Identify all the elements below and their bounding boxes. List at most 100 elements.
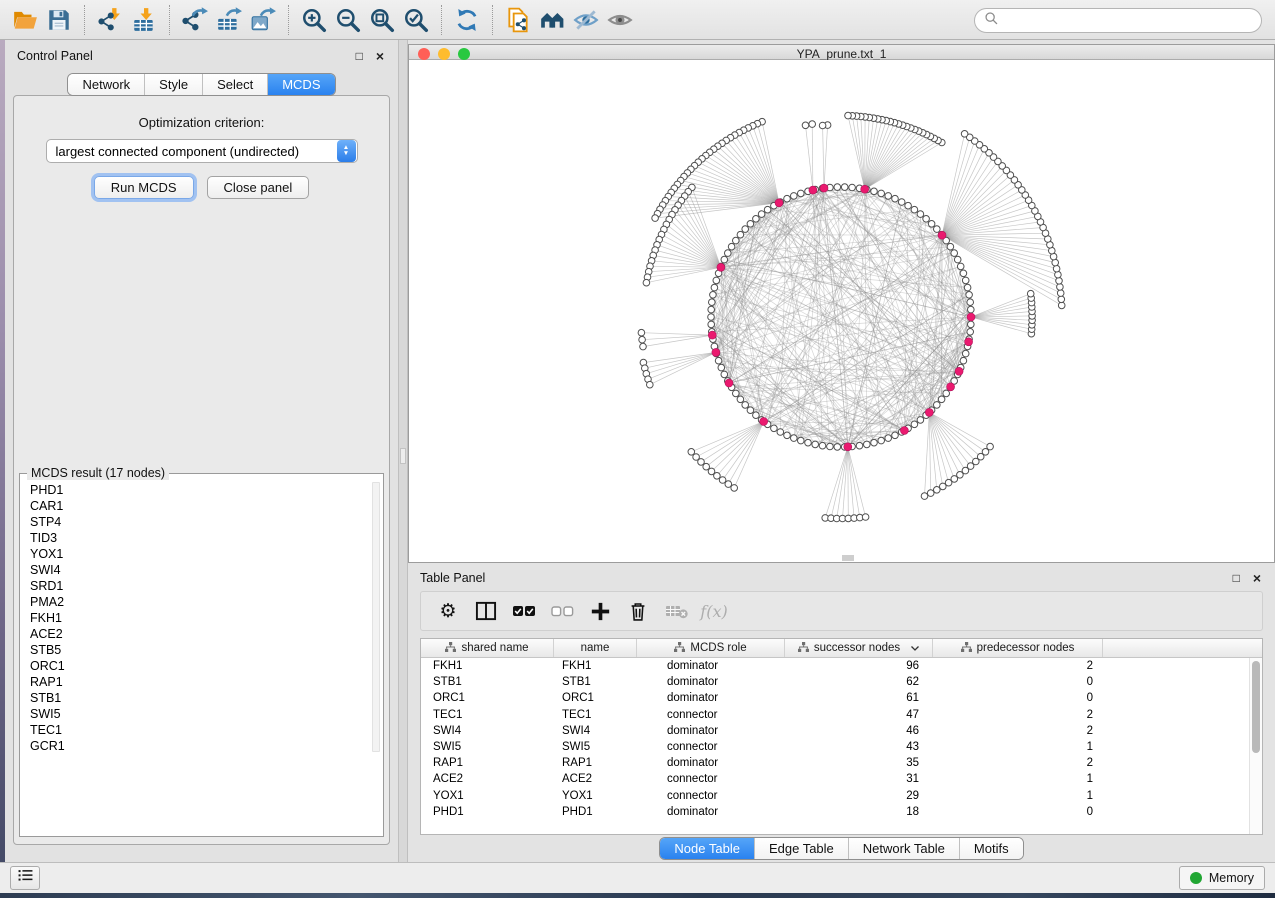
graph-node[interactable] (1058, 302, 1065, 309)
cell-mcds_role[interactable]: dominator (637, 692, 785, 704)
table-row[interactable]: TEC1TEC1connector472 (421, 707, 1262, 723)
graph-node[interactable] (1056, 278, 1063, 285)
graph-node[interactable] (753, 412, 760, 419)
cell-successor_nodes[interactable]: 31 (785, 773, 933, 785)
cell-predecessor_nodes[interactable]: 2 (933, 757, 1103, 769)
graph-node[interactable] (753, 216, 760, 223)
tab-motifs[interactable]: Motifs (959, 838, 1023, 859)
graph-node[interactable] (968, 306, 975, 313)
column-header-MCDS-role[interactable]: MCDS role (637, 639, 785, 657)
graph-hub-node[interactable] (760, 418, 768, 426)
graph-node[interactable] (1053, 265, 1060, 272)
graph-node[interactable] (968, 321, 975, 328)
close-table-panel-icon[interactable]: × (1253, 571, 1261, 585)
graph-hub-node[interactable] (712, 348, 720, 356)
graph-node[interactable] (917, 417, 924, 424)
graph-node[interactable] (688, 449, 695, 456)
graph-node[interactable] (719, 477, 726, 484)
table-scrollbar-thumb[interactable] (1252, 661, 1260, 753)
graph-node[interactable] (721, 256, 728, 263)
graph-node[interactable] (798, 437, 805, 444)
graph-node[interactable] (713, 277, 720, 284)
cell-name[interactable]: TEC1 (554, 709, 637, 721)
zoom-out-icon[interactable] (331, 5, 365, 35)
mcds-result-item[interactable]: GCR1 (30, 738, 373, 754)
graph-node[interactable] (1027, 290, 1034, 297)
graph-node[interactable] (798, 190, 805, 197)
tab-network[interactable]: Network (68, 74, 144, 95)
graph-hub-node[interactable] (820, 184, 828, 192)
mcds-result-item[interactable]: RAP1 (30, 674, 373, 690)
cell-predecessor_nodes[interactable]: 1 (933, 790, 1103, 802)
cell-successor_nodes[interactable]: 62 (785, 676, 933, 688)
graph-node[interactable] (802, 122, 809, 129)
cell-mcds_role[interactable]: dominator (637, 757, 785, 769)
mcds-result-item[interactable]: SWI5 (30, 706, 373, 722)
cell-predecessor_nodes[interactable]: 0 (933, 692, 1103, 704)
graph-node[interactable] (885, 435, 892, 442)
graph-node[interactable] (812, 441, 819, 448)
cell-successor_nodes[interactable]: 29 (785, 790, 933, 802)
network-canvas[interactable] (409, 60, 1274, 562)
cell-name[interactable]: SWI5 (554, 741, 637, 753)
table-row[interactable]: RAP1RAP1dominator352 (421, 755, 1262, 771)
close-panel-button[interactable]: Close panel (207, 176, 310, 199)
graph-node[interactable] (725, 250, 732, 257)
export-network-icon[interactable] (178, 5, 212, 35)
cell-predecessor_nodes[interactable]: 2 (933, 660, 1103, 672)
graph-node[interactable] (964, 284, 971, 291)
graph-node[interactable] (710, 292, 717, 299)
graph-hub-node[interactable] (938, 231, 946, 239)
cell-shared_name[interactable]: ORC1 (421, 692, 554, 704)
graph-node[interactable] (809, 121, 816, 128)
graph-node[interactable] (742, 402, 749, 409)
graph-node[interactable] (845, 112, 852, 119)
graph-node[interactable] (960, 270, 967, 277)
cell-successor_nodes[interactable]: 43 (785, 741, 933, 753)
zoom-selected-icon[interactable] (399, 5, 433, 35)
cell-name[interactable]: PHD1 (554, 806, 637, 818)
show-all-icon[interactable] (603, 5, 637, 35)
table-row[interactable]: ORC1ORC1dominator610 (421, 690, 1262, 706)
graph-node[interactable] (638, 329, 645, 336)
graph-hub-node[interactable] (717, 263, 725, 271)
add-column-icon[interactable] (581, 596, 619, 626)
graph-node[interactable] (885, 193, 892, 200)
graph-node[interactable] (647, 381, 654, 388)
graph-node[interactable] (708, 321, 715, 328)
graph-node[interactable] (898, 199, 905, 206)
graph-node[interactable] (1057, 290, 1064, 297)
cell-mcds_role[interactable]: dominator (637, 676, 785, 688)
cell-mcds_role[interactable]: connector (637, 709, 785, 721)
cell-mcds_role[interactable]: connector (637, 741, 785, 753)
tab-mcds[interactable]: MCDS (267, 74, 334, 95)
mcds-result-item[interactable]: SWI4 (30, 562, 373, 578)
cell-name[interactable]: STB1 (554, 676, 637, 688)
graph-node[interactable] (960, 357, 967, 364)
graph-node[interactable] (747, 407, 754, 414)
mcds-result-item[interactable]: STB1 (30, 690, 373, 706)
select-all-columns-icon[interactable] (505, 596, 543, 626)
graph-hub-node[interactable] (925, 408, 933, 416)
graph-node[interactable] (708, 314, 715, 321)
mcds-result-item[interactable]: STB5 (30, 642, 373, 658)
graph-node[interactable] (643, 279, 650, 286)
split-panel-icon[interactable] (467, 596, 505, 626)
hide-selected-icon[interactable] (569, 5, 603, 35)
graph-node[interactable] (862, 514, 869, 521)
graph-node[interactable] (791, 435, 798, 442)
gear-icon[interactable]: ⚙ (429, 596, 467, 626)
search-box[interactable] (974, 8, 1262, 33)
cell-shared_name[interactable]: FKH1 (421, 660, 554, 672)
graph-node[interactable] (921, 493, 928, 500)
graph-node[interactable] (698, 459, 705, 466)
graph-node[interactable] (905, 202, 912, 209)
graph-node[interactable] (864, 441, 871, 448)
unselect-all-columns-icon[interactable] (543, 596, 581, 626)
float-table-panel-icon[interactable]: □ (1233, 572, 1240, 584)
graph-node[interactable] (938, 396, 945, 403)
graph-node[interactable] (943, 390, 950, 397)
network-graph[interactable] (409, 60, 1274, 557)
cell-shared_name[interactable]: SWI4 (421, 725, 554, 737)
divider-handle[interactable] (400, 448, 406, 464)
